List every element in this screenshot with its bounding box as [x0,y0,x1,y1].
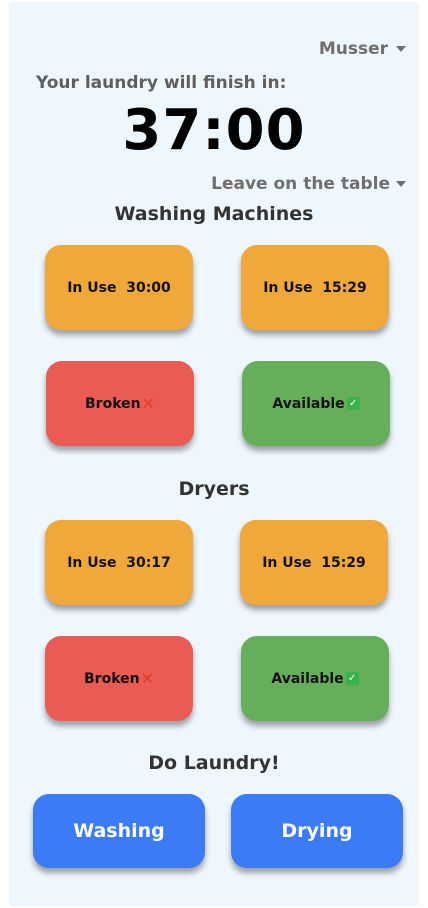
chevron-down-icon [396,46,406,52]
dryer-3[interactable]: Broken ✕ [45,636,193,721]
machine-status: Available [271,670,344,687]
machine-status: In Use 30:17 [67,554,171,571]
washer-1[interactable]: In Use 30:00 [45,245,193,330]
check-mark-icon: ✓ [345,672,359,685]
countdown-timer: 37:00 [122,98,306,163]
washing-section-title: Washing Machines [114,203,314,225]
check-mark-icon: ✓ [346,397,360,410]
machine-status: In Use 15:29 [263,279,367,296]
machine-status: In Use 30:00 [67,279,171,296]
machine-status: Broken [84,670,140,687]
dryer-4[interactable]: Available ✓ [241,636,389,721]
do-laundry-title: Do Laundry! [148,752,280,774]
chevron-down-icon [396,181,406,187]
dryer-2[interactable]: In Use 15:29 [240,520,388,605]
finish-label: Your laundry will finish in: [36,73,287,93]
user-name: Musser [318,39,388,59]
machine-status: Broken [85,395,141,412]
machine-status: Available [272,395,345,412]
cross-mark-icon: ✕ [140,669,154,688]
washer-2[interactable]: In Use 15:29 [241,245,389,330]
cross-mark-icon: ✕ [141,394,155,413]
washer-4[interactable]: Available ✓ [242,361,390,446]
dryer-1[interactable]: In Use 30:17 [45,520,193,605]
user-dropdown[interactable]: Musser [319,38,406,60]
machine-status: In Use 15:29 [262,554,366,571]
washing-button[interactable]: Washing [33,794,205,868]
notify-option: Leave on the table [211,174,390,194]
drying-button[interactable]: Drying [231,794,403,868]
notify-dropdown[interactable]: Leave on the table [211,173,406,195]
washer-3[interactable]: Broken ✕ [46,361,194,446]
dryers-section-title: Dryers [178,478,250,500]
